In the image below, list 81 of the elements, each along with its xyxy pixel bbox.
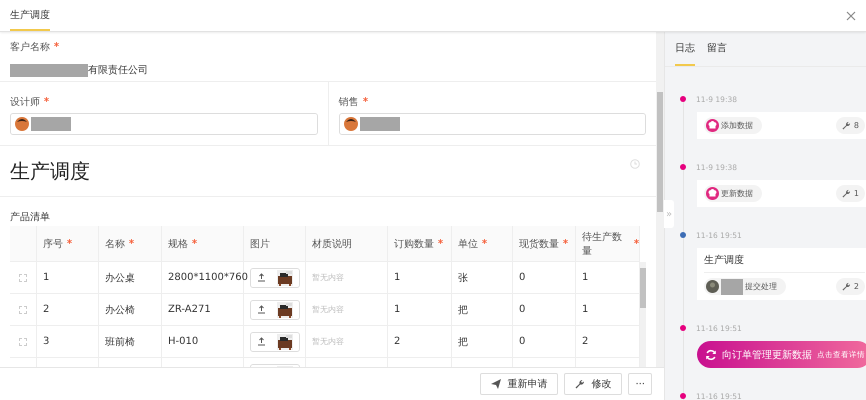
more-button[interactable]: ··· <box>628 373 652 396</box>
scrollbar[interactable] <box>656 32 664 368</box>
table-cell-text: 张 <box>458 272 468 284</box>
section-title: 生产调度 <box>10 158 90 184</box>
tab[interactable]: 留言 <box>707 32 727 66</box>
list-title: 产品清单 <box>10 210 51 224</box>
table-cell: 3 <box>43 336 50 347</box>
redaction-bar <box>31 117 71 131</box>
avatar-icon <box>15 117 29 131</box>
table-cell: 1 <box>582 272 588 283</box>
user-chip[interactable]: 更新数据 <box>704 185 762 202</box>
action-button[interactable]: 重新申请 <box>480 373 558 396</box>
redaction-bar <box>360 117 400 131</box>
wrench-icon <box>842 121 851 130</box>
wrench-icon <box>575 379 586 390</box>
placeholder-text: 暂无内容 <box>312 272 344 283</box>
user-chip[interactable]: 提交处理 <box>704 278 786 295</box>
wrench-icon <box>842 282 851 291</box>
image-upload-button[interactable] <box>250 300 300 320</box>
field-label: 客户名称 <box>10 40 50 54</box>
table-cell-text: 班前椅 <box>105 336 135 348</box>
column-header: 规格 <box>168 238 188 250</box>
table-cell-text: 办公桌 <box>105 272 135 284</box>
column-header: 图片 <box>250 238 270 250</box>
field-label: 销售 <box>338 96 358 109</box>
drag-handle-icon[interactable] <box>19 338 27 346</box>
tab[interactable]: 生产调度 <box>10 0 50 31</box>
table-cell: 1 <box>43 272 50 283</box>
column-header: 单位 <box>458 238 478 250</box>
table-cell: 2 <box>394 336 400 347</box>
drag-handle-icon[interactable] <box>19 306 27 314</box>
count-chip[interactable]: 8 <box>836 117 865 134</box>
table-cell: 0 <box>519 272 526 283</box>
redaction-bar <box>721 278 743 294</box>
column-header: 材质说明 <box>312 238 352 250</box>
table-cell: 2800*1100*760 <box>168 272 248 283</box>
table-cell: 1 <box>394 304 400 315</box>
column-header: 待生产数量 <box>582 230 623 258</box>
table-cell: 0 <box>519 304 526 315</box>
table-cell: 0 <box>519 336 526 347</box>
table-cell: 2 <box>582 336 588 347</box>
column-header: 名称 <box>105 238 125 250</box>
upload-icon <box>256 273 266 282</box>
chef-hat-icon <box>706 119 719 132</box>
avatar-icon <box>706 280 719 293</box>
clock-icon[interactable] <box>630 159 640 169</box>
chef-hat-icon <box>706 187 719 200</box>
user-chip[interactable]: 添加数据 <box>704 117 762 134</box>
table-cell-text: 把 <box>458 304 468 316</box>
drag-handle-icon[interactable] <box>19 274 27 282</box>
placeholder-text: 暂无内容 <box>312 304 344 315</box>
wrench-icon <box>842 189 851 198</box>
table-cell: ZR-A271 <box>168 304 211 315</box>
send-icon <box>491 379 502 390</box>
field-label: 设计师 <box>10 96 40 109</box>
placeholder-text: 暂无内容 <box>312 336 344 347</box>
person-field[interactable] <box>10 113 318 135</box>
log-title: 生产调度 <box>704 253 865 273</box>
count-chip[interactable]: 2 <box>836 278 865 295</box>
table-cell: 1 <box>582 304 588 315</box>
table-cell: 2 <box>43 304 50 315</box>
close-icon[interactable] <box>846 10 856 20</box>
refresh-icon <box>705 348 717 360</box>
table-cell-text: 办公椅 <box>105 304 135 316</box>
column-header: 订购数量 <box>394 238 434 250</box>
upload-icon <box>256 305 266 314</box>
table-cell-text: 把 <box>458 336 468 348</box>
customer-name: 有限责任公司 <box>88 64 148 77</box>
person-field[interactable] <box>338 113 646 135</box>
image-upload-button[interactable] <box>250 268 300 288</box>
table-cell: 1 <box>394 272 400 283</box>
tab[interactable]: 日志 <box>675 32 695 66</box>
action-button[interactable]: 修改 <box>564 373 622 396</box>
upload-icon <box>256 337 266 346</box>
scrollbar[interactable] <box>640 262 646 368</box>
column-header: 序号 <box>43 238 63 250</box>
column-header: 现货数量 <box>519 238 559 250</box>
count-chip[interactable]: 1 <box>836 185 865 202</box>
image-upload-button[interactable] <box>250 332 300 352</box>
avatar-icon <box>344 117 358 131</box>
table-cell: H-010 <box>168 336 198 347</box>
